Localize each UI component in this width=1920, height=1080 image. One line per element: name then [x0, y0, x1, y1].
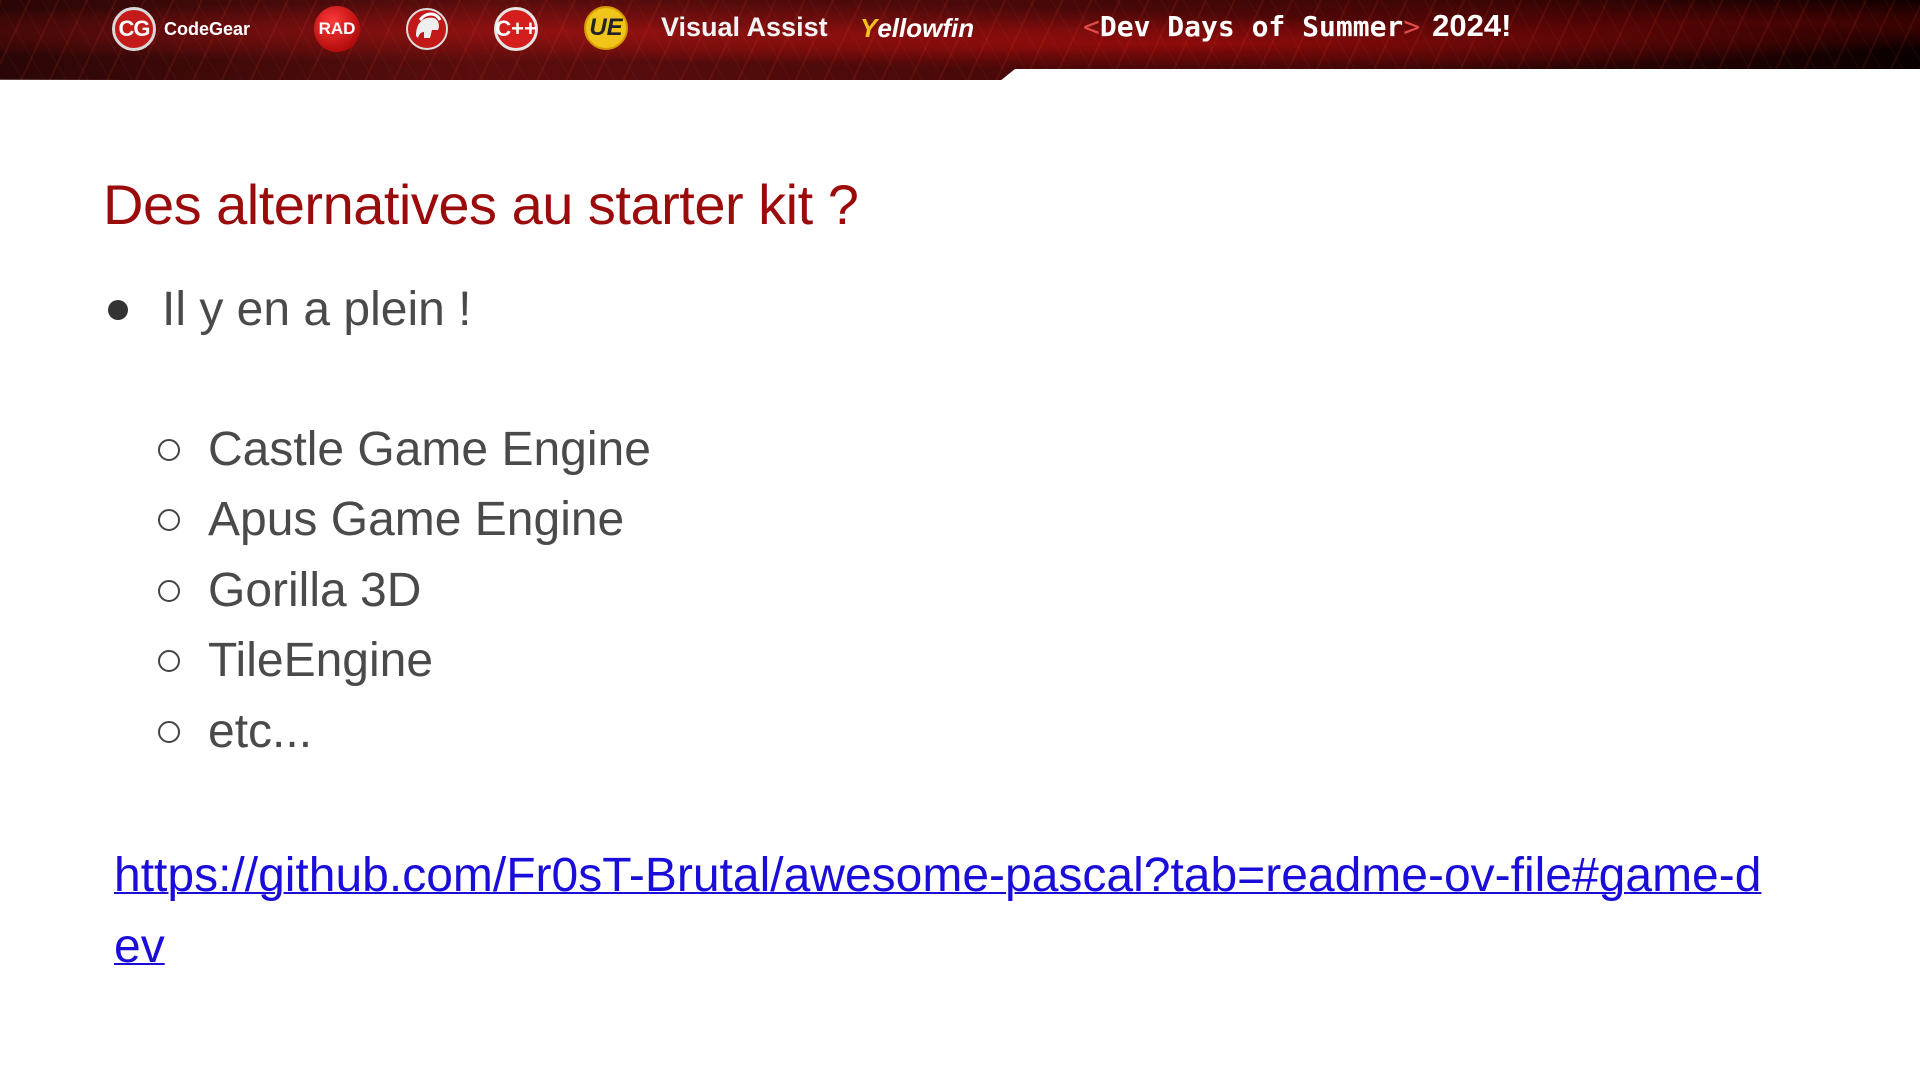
rad-logo: RAD [314, 3, 360, 55]
sub-list-item: TileEngine [158, 633, 433, 688]
slide-title: Des alternatives au starter kit ? [103, 173, 859, 236]
bullet-text: Il y en a plein ! [162, 283, 472, 336]
codegear-logo: CG CodeGear [112, 3, 250, 55]
rad-icon: RAD [314, 6, 360, 52]
sub-list-item: Gorilla 3D [158, 563, 421, 618]
sub-item-text: TileEngine [208, 634, 434, 687]
sub-item-text: Castle Game Engine [208, 423, 651, 476]
sub-bullet-circle-icon [158, 438, 180, 461]
ue-logo: UE [584, 2, 628, 54]
spartan-helmet-icon [404, 6, 450, 52]
event-name: Dev Days of Summer [1099, 9, 1404, 43]
cpp-logo: C++ [494, 3, 538, 55]
sub-bullet-circle-icon [158, 649, 180, 672]
sub-bullet-circle-icon [158, 579, 180, 602]
visual-assist-logo: Visual Assist [661, 11, 828, 42]
ue-icon: UE [584, 6, 628, 50]
event-banner: CG CodeGear RAD C++ UE Visual Assist Yel… [0, 0, 1920, 80]
awesome-pascal-link[interactable]: https://github.com/Fr0sT-Brutal/awesome-… [114, 840, 1774, 982]
event-year: 2024! [1432, 8, 1512, 43]
event-title: < Dev Days of Summer >2024! [1083, 4, 1511, 48]
event-open-bracket: < [1083, 9, 1100, 43]
sub-list-item: etc... [158, 704, 312, 759]
sub-bullet-circle-icon [158, 508, 180, 531]
event-close-bracket: > [1403, 9, 1421, 43]
codegear-label: CodeGear [164, 18, 251, 39]
codegear-icon: CG [112, 7, 156, 51]
bullet-dot-icon [108, 299, 128, 320]
yellowfin-logo: Yellowfin [860, 2, 974, 54]
yellowfin-mark: Y [860, 12, 878, 43]
sub-list-item: Castle Game Engine [158, 422, 651, 477]
sub-bullet-circle-icon [158, 720, 180, 743]
sub-item-text: etc... [208, 705, 313, 758]
sub-item-text: Gorilla 3D [208, 564, 422, 617]
cpp-icon: C++ [494, 7, 538, 51]
sub-list-item: Apus Game Engine [158, 492, 624, 547]
spartan-helmet-logo [404, 3, 450, 55]
bullet-item: Il y en a plein ! [108, 282, 472, 337]
yellowfin-wordmark: ellowfin [877, 12, 975, 43]
sub-item-text: Apus Game Engine [208, 493, 625, 546]
